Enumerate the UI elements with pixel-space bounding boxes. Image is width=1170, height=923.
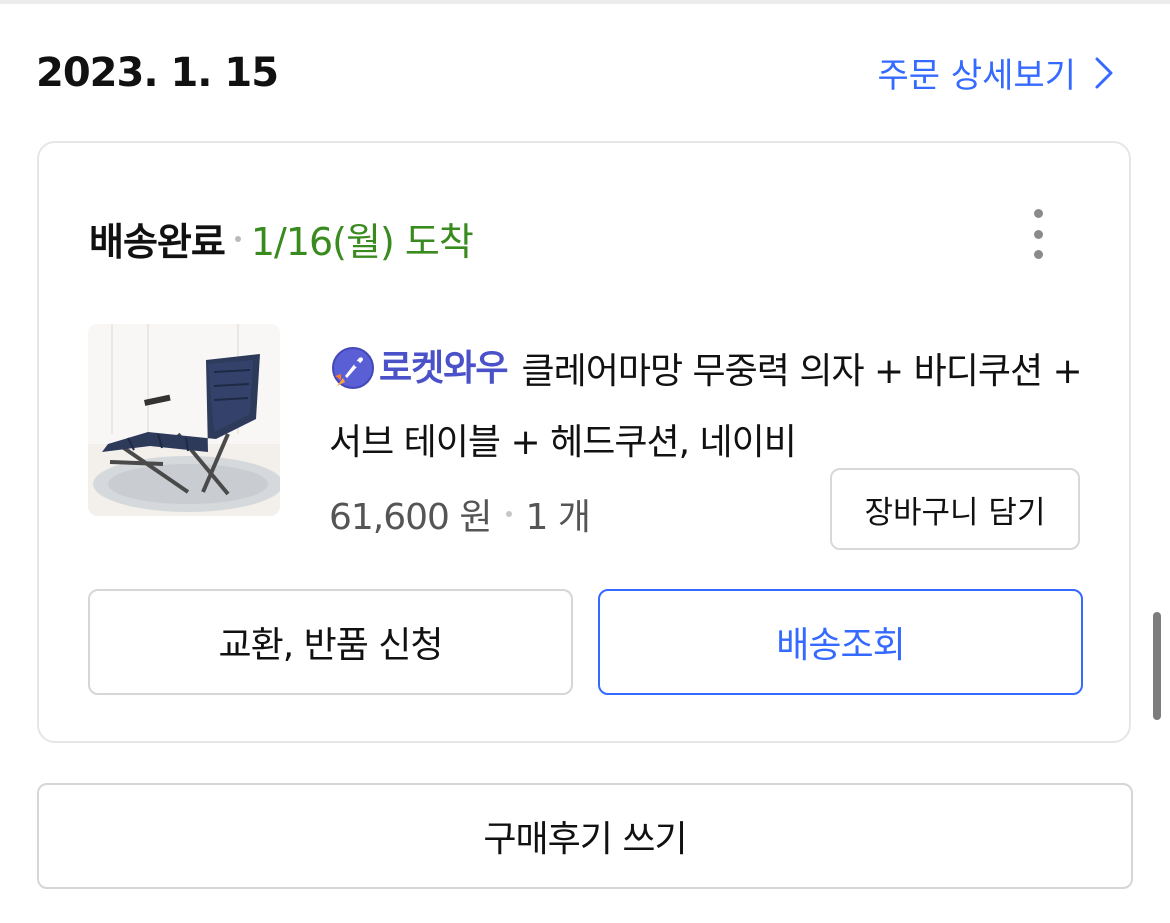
order-date: 2023. 1. 15 (36, 50, 279, 96)
order-card: 배송완료 1/16(월) 도착 로켓와우 클레어마망 무중력 의자 + 바디쿠션… (37, 141, 1131, 743)
exchange-return-button[interactable]: 교환, 반품 신청 (88, 589, 573, 695)
price-row: 61,600 원 1 개 (329, 488, 591, 540)
arrival-date: 1/16(월) 도착 (250, 220, 474, 264)
separator-dot (505, 511, 512, 517)
product-price: 61,600 원 (329, 497, 493, 538)
separator-dot (234, 235, 241, 242)
rocket-icon (332, 347, 374, 389)
rocket-wow-badge: 로켓와우 (329, 334, 508, 404)
top-divider (0, 0, 1170, 4)
chevron-right-icon (1095, 57, 1113, 88)
reclining-chair-image (88, 324, 280, 516)
kebab-menu-icon[interactable] (1025, 209, 1051, 259)
track-delivery-button[interactable]: 배송조회 (598, 589, 1083, 695)
status-label: 배송완료 (89, 220, 226, 264)
write-review-button[interactable]: 구매후기 쓰기 (37, 783, 1133, 889)
product-title[interactable]: 로켓와우 클레어마망 무중력 의자 + 바디쿠션 + 서브 테이블 + 헤드쿠션… (329, 337, 1099, 478)
delivery-status: 배송완료 1/16(월) 도착 (89, 211, 474, 266)
add-to-cart-button[interactable]: 장바구니 담기 (830, 468, 1080, 550)
scrollbar-thumb[interactable] (1153, 612, 1161, 720)
product-quantity: 1 개 (525, 497, 591, 538)
badge-label: 로켓와우 (379, 348, 508, 389)
order-detail-link[interactable]: 주문 상세보기 (878, 48, 1115, 97)
product-thumbnail[interactable] (88, 324, 280, 516)
order-detail-label: 주문 상세보기 (877, 56, 1077, 96)
